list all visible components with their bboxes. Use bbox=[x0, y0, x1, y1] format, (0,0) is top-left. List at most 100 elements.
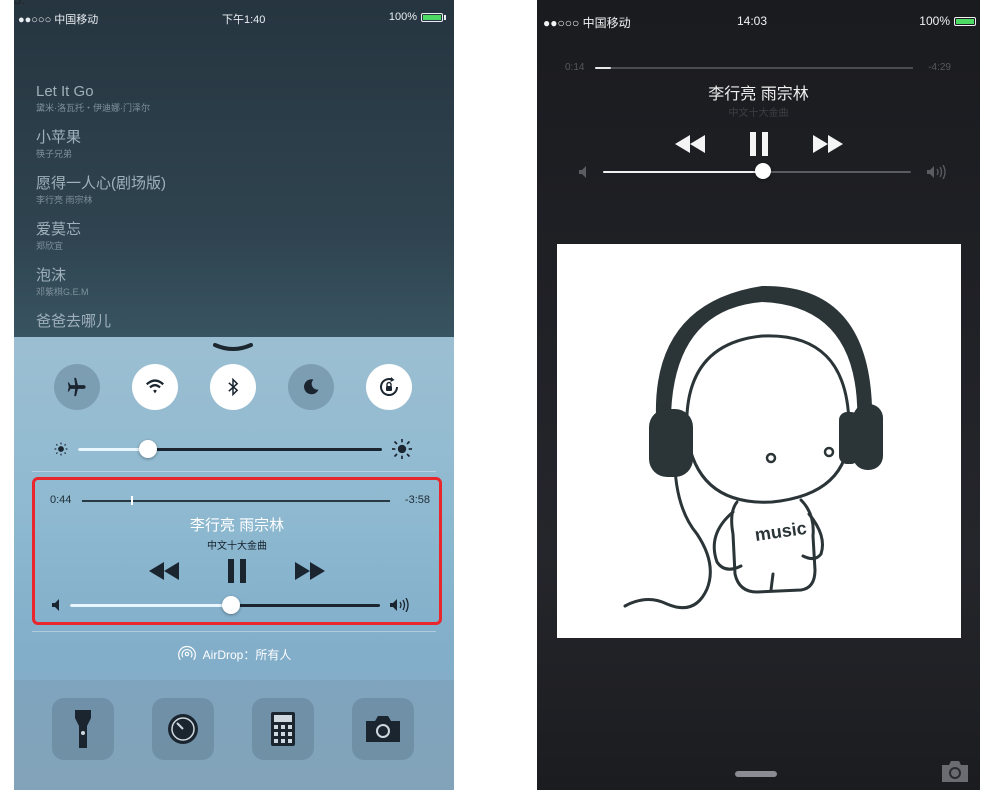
headphone-boy-illustration: music bbox=[623, 285, 883, 610]
song-title: 爱莫忘 bbox=[36, 221, 82, 238]
song-artist: 邓紫棋G.E.M bbox=[36, 287, 89, 297]
battery-icon bbox=[421, 12, 443, 22]
album-artwork: music bbox=[557, 244, 961, 638]
status-time: 下午1:40 bbox=[222, 14, 266, 26]
volume-knob[interactable] bbox=[222, 596, 240, 614]
album-name: 中文十大金曲 bbox=[207, 541, 267, 552]
volume-high-icon bbox=[390, 598, 409, 612]
status-bar: ●●○○○ 中国移动 下午1:40 100% bbox=[14, 8, 454, 28]
status-time: 14:03 bbox=[737, 14, 768, 28]
do-not-disturb-toggle[interactable] bbox=[288, 364, 334, 410]
list-item[interactable]: 爱莫忘 郑欣宜 bbox=[36, 220, 436, 266]
list-item[interactable]: Let It Go 黛米·洛瓦托・伊迪娜·门泽尔 bbox=[36, 82, 436, 128]
airdrop-button[interactable]: AirDrop：所有人 bbox=[14, 641, 454, 667]
brightness-knob[interactable] bbox=[139, 440, 157, 458]
battery-percent: 100% bbox=[388, 11, 417, 23]
airplane-mode-toggle[interactable] bbox=[54, 364, 100, 410]
bluetooth-toggle[interactable] bbox=[210, 364, 256, 410]
highlighted-music-controls: 0:44 -3:58 李行亮 雨宗林 中文十大金曲 bbox=[32, 477, 442, 625]
timer-icon bbox=[168, 714, 198, 744]
fast-forward-button[interactable] bbox=[812, 135, 843, 153]
battery-icon bbox=[954, 16, 976, 26]
toggle-row bbox=[54, 364, 414, 412]
airdrop-label: AirDrop：所有人 bbox=[202, 647, 292, 662]
playback-progress[interactable]: 0:44 -3:58 bbox=[50, 492, 430, 508]
carrier-label: ●●○○○ 中国移动 bbox=[18, 14, 99, 26]
song-list: Let It Go 黛米·洛瓦托・伊迪娜·门泽尔 小苹果筷子兄弟 愿得一人心(剧场… bbox=[36, 82, 436, 358]
list-item[interactable]: 泡沫邓紫棋G.E.M bbox=[36, 266, 436, 312]
album-name: 中文十大金曲 bbox=[728, 108, 789, 119]
volume-slider[interactable] bbox=[50, 596, 430, 614]
unlock-grabber[interactable] bbox=[735, 771, 777, 777]
transport-controls bbox=[537, 130, 980, 158]
calculator-button[interactable] bbox=[252, 698, 314, 760]
divider bbox=[32, 471, 436, 472]
song-title: 愿得一人心(剧场版) bbox=[36, 175, 166, 192]
shortcut-row bbox=[14, 680, 454, 790]
brightness-fill bbox=[78, 448, 148, 451]
wifi-toggle[interactable] bbox=[132, 364, 178, 410]
camera-icon[interactable] bbox=[942, 760, 968, 782]
rotation-lock-toggle[interactable] bbox=[366, 364, 412, 410]
volume-fill bbox=[603, 171, 763, 173]
list-item[interactable]: 愿得一人心(剧场版) 李行亮 雨宗林 bbox=[36, 174, 436, 220]
brightness-high-icon bbox=[392, 439, 412, 459]
camera-button[interactable] bbox=[352, 698, 414, 760]
song-title: 泡沫 bbox=[36, 267, 67, 284]
camera-icon bbox=[366, 716, 400, 742]
control-center-panel: 0:44 -3:58 李行亮 雨宗林 中文十大金曲 AirDrop：所有人 bbox=[14, 337, 454, 790]
status-bar: ●●○○○ 中国移动 14:03 100% bbox=[537, 12, 980, 32]
song-artist: 郑欣宜 bbox=[36, 241, 64, 251]
volume-slider[interactable] bbox=[577, 162, 952, 182]
lock-screen: ●●○○○ 中国移动 14:03 100% 0:14 -4:29 李行亮 雨宗林… bbox=[537, 0, 980, 790]
grabber-handle[interactable] bbox=[213, 343, 253, 351]
volume-fill bbox=[70, 604, 231, 607]
progress-track bbox=[595, 67, 913, 69]
shirt-text: music bbox=[754, 518, 808, 545]
brightness-low-icon bbox=[54, 442, 68, 456]
song-artist: 黛米·洛瓦托・伊迪娜·门泽尔 bbox=[36, 103, 150, 113]
progress-marker[interactable] bbox=[131, 496, 133, 505]
volume-low-icon bbox=[579, 166, 586, 178]
fast-forward-button[interactable] bbox=[295, 562, 325, 580]
bluetooth-icon bbox=[228, 377, 239, 397]
remaining-time: -4:29 bbox=[928, 62, 951, 73]
song-artist: 李行亮 雨宗林 bbox=[36, 195, 93, 205]
brightness-slider[interactable] bbox=[54, 439, 414, 459]
pause-button[interactable] bbox=[749, 132, 769, 156]
screenshot-root: 5. ●●○○○ 中国移动 下午1:40 100% Let It Go 黛米·洛瓦… bbox=[0, 0, 986, 796]
rewind-button[interactable] bbox=[149, 562, 179, 580]
timer-button[interactable] bbox=[152, 698, 214, 760]
status-right: 100% bbox=[919, 14, 976, 28]
song-title: 小苹果 bbox=[36, 129, 82, 146]
progress-fill bbox=[595, 67, 611, 69]
track-title: 李行亮 雨宗林 bbox=[189, 517, 285, 534]
status-right: 100% bbox=[389, 11, 446, 23]
elapsed-time: 0:14 bbox=[565, 62, 585, 73]
cropped-caption: 5. bbox=[14, 0, 74, 7]
rewind-button[interactable] bbox=[674, 135, 705, 153]
volume-knob[interactable] bbox=[755, 163, 771, 179]
airdrop-icon bbox=[177, 645, 196, 661]
flashlight-button[interactable] bbox=[52, 698, 114, 760]
pause-button[interactable] bbox=[227, 559, 247, 583]
remaining-time: -3:58 bbox=[404, 494, 430, 506]
volume-high-icon bbox=[927, 165, 946, 179]
control-center-screen: 5. ●●○○○ 中国移动 下午1:40 100% Let It Go 黛米·洛瓦… bbox=[14, 0, 454, 790]
elapsed-time: 0:44 bbox=[50, 494, 72, 506]
rotation-lock-icon bbox=[380, 377, 398, 396]
list-item[interactable]: 小苹果 筷子兄弟 bbox=[36, 128, 436, 174]
moon-icon bbox=[304, 379, 319, 395]
carrier-label: ●●○○○ 中国移动 bbox=[543, 16, 631, 30]
progress-track bbox=[82, 500, 390, 502]
song-title: 爸爸去哪儿 bbox=[36, 313, 112, 330]
song-artist: 筷子兄弟 bbox=[36, 149, 73, 159]
battery-percent: 100% bbox=[919, 14, 950, 28]
airplane-icon bbox=[67, 377, 86, 397]
wifi-icon bbox=[146, 379, 164, 394]
flashlight-icon bbox=[75, 710, 91, 748]
playback-progress[interactable]: 0:14 -4:29 bbox=[565, 60, 951, 76]
divider bbox=[32, 631, 436, 632]
transport-controls bbox=[35, 558, 439, 584]
battery-tip bbox=[444, 14, 446, 20]
